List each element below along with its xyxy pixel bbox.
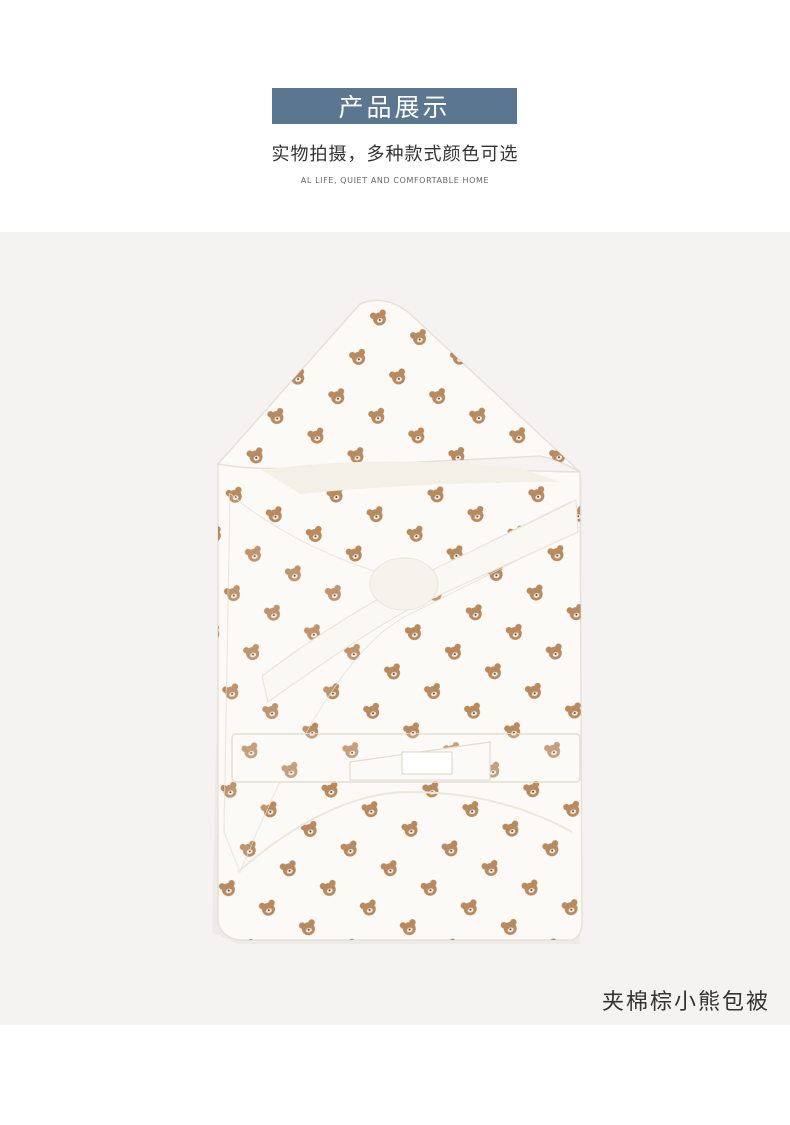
velcro-patch — [401, 751, 453, 775]
section-title: 产品展示 — [338, 93, 451, 122]
product-photo: 夹棉棕小熊包被 — [0, 232, 790, 1025]
section-caption: AL LIFE, QUIET AND COMFORTABLE HOME — [300, 176, 490, 185]
header-section: 产品展示 实物拍摄，多种款式颜色可选 AL LIFE, QUIET AND CO… — [0, 0, 790, 232]
section-subtitle: 实物拍摄，多种款式颜色可选 — [271, 144, 519, 165]
section-title-banner: 产品展示 — [272, 88, 517, 124]
product-name: 夹棉棕小熊包被 — [601, 990, 770, 1015]
swaddle-blanket-illustration — [212, 299, 583, 944]
footer-whitespace — [0, 1025, 790, 1125]
